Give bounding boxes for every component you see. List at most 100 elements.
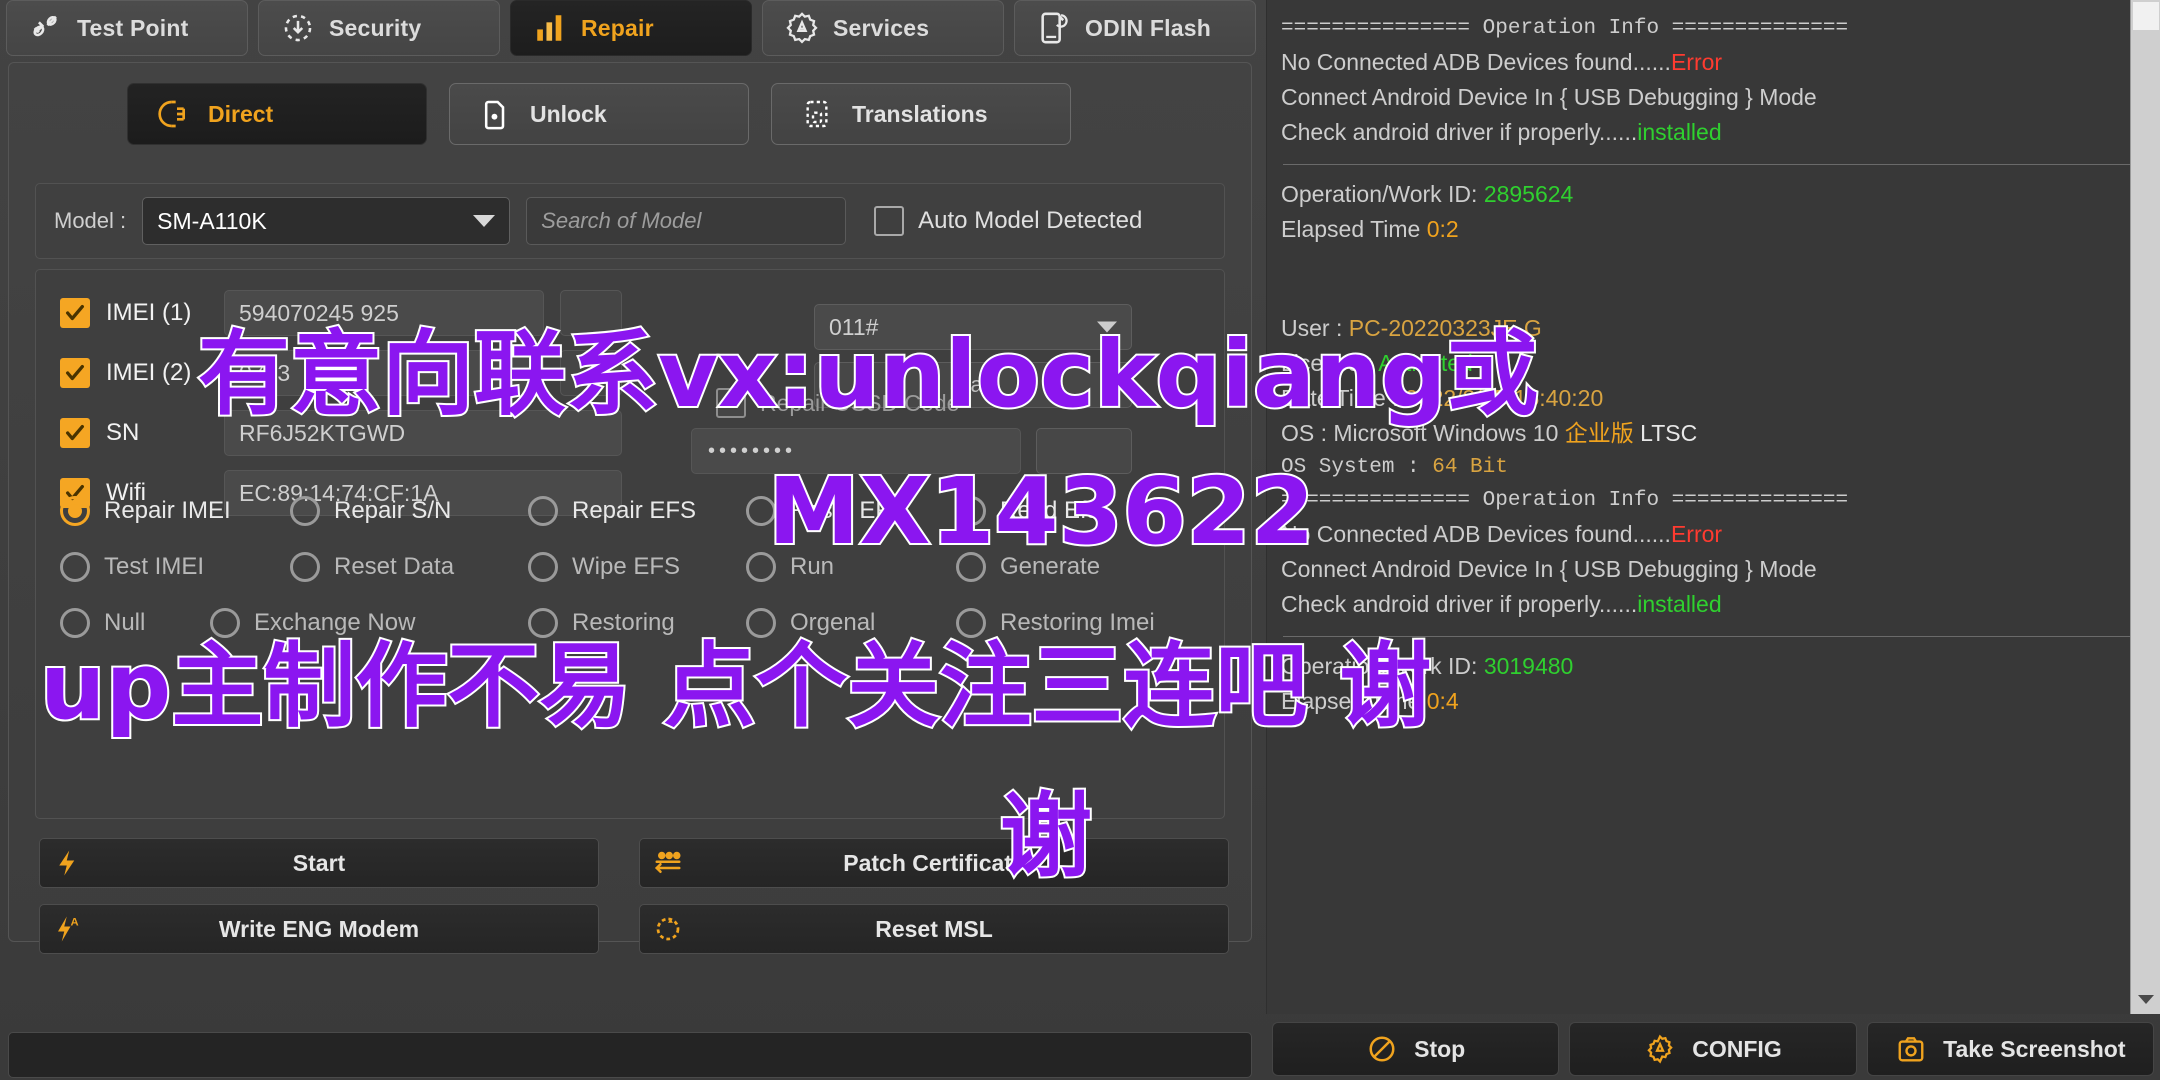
sn-checkbox[interactable]: [60, 418, 90, 448]
radio-label: Run: [790, 553, 835, 580]
tab-odin-flash[interactable]: ODIN Flash: [1014, 0, 1256, 56]
radio-restoring[interactable]: Restoring: [528, 608, 746, 638]
radio-dot[interactable]: [60, 552, 90, 582]
radio-repair-imei[interactable]: Repair IMEI: [60, 496, 290, 526]
log-line: Connect Android Device In { USB Debuggin…: [1281, 552, 2146, 587]
log-line-text: Check android driver if properly......: [1281, 119, 1638, 145]
tab-test-point[interactable]: Test Point: [6, 0, 248, 56]
imei1-input[interactable]: 594070245 925: [224, 290, 544, 336]
radio-generate[interactable]: Generate: [956, 552, 1100, 582]
radio-label: Null: [104, 609, 146, 636]
repair-mode-radio-group: Repair IMEI Repair S/N Repair EFS Reset …: [60, 496, 1210, 664]
elapsed-time-label: Elapsed Time: [1281, 688, 1421, 714]
log-header: =============== Operation Info =========…: [1281, 17, 1849, 40]
radio-dot[interactable]: [956, 608, 986, 638]
imei2-extra-button[interactable]: [560, 350, 622, 396]
start-button[interactable]: Start: [39, 838, 599, 888]
radio-label: Wipe EFS: [572, 553, 681, 580]
config-button[interactable]: CONFIG: [1569, 1022, 1857, 1076]
stop-button[interactable]: Stop: [1272, 1022, 1560, 1076]
radio-exchange-now[interactable]: Exchange Now: [210, 608, 528, 638]
write-eng-modem-button[interactable]: A Write ENG Modem: [39, 904, 599, 954]
radio-label: Restoring: [572, 609, 675, 636]
radio-reset-efs[interactable]: Reset EFS: [746, 496, 956, 526]
field-row-imei2: IMEI (2) 0703: [60, 350, 622, 396]
repair-ussd-code-row[interactable]: Repair USSD Code: [716, 388, 959, 418]
radio-repair-sn[interactable]: Repair S/N: [290, 496, 528, 526]
os-row: OS : Microsoft Windows 10 企业版 LTSC: [1281, 416, 2146, 451]
tab-security[interactable]: Security: [258, 0, 500, 56]
radio-dot[interactable]: [60, 496, 90, 526]
radio-repair-efs[interactable]: Repair EFS: [528, 496, 746, 526]
log-line-status: installed: [1637, 591, 1722, 617]
radio-dot[interactable]: [60, 608, 90, 638]
password-input[interactable]: ••••••••: [691, 428, 1021, 474]
tab-services[interactable]: Services: [762, 0, 1004, 56]
sn-label: SN: [106, 419, 140, 446]
radio-null[interactable]: Null: [60, 608, 210, 638]
auto-model-detected-row[interactable]: Auto Model Detected: [874, 206, 1142, 236]
radio-dot[interactable]: [528, 608, 558, 638]
radio-dot[interactable]: [956, 496, 986, 526]
gear-icon: [1644, 1033, 1676, 1065]
model-search-input[interactable]: Search of Model: [526, 197, 847, 245]
radio-dot[interactable]: [528, 552, 558, 582]
radio-label: Reset EFS: [790, 497, 907, 524]
take-screenshot-button[interactable]: Take Screenshot: [1866, 1022, 2154, 1076]
os-label: OS : Microsoft Windows 10: [1281, 420, 1559, 446]
log-line: No Connected ADB Devices found......Erro…: [1281, 517, 2146, 552]
radio-test-imei[interactable]: Test IMEI: [60, 552, 290, 582]
repair-ussd-code-checkbox[interactable]: [716, 388, 746, 418]
log-line-status: installed: [1637, 119, 1722, 145]
log-line-text: Connect Android Device In { USB Debuggin…: [1281, 556, 1817, 582]
log-scrollbar[interactable]: [2130, 0, 2160, 1014]
radio-dot[interactable]: [746, 552, 776, 582]
radio-orgenal[interactable]: Orgenal: [746, 608, 956, 638]
subtab-unlock[interactable]: Unlock: [449, 83, 749, 145]
log-divider: [1283, 164, 2144, 165]
radio-dot[interactable]: [746, 496, 776, 526]
scrollbar-thumb[interactable]: [2133, 2, 2159, 30]
camera-icon: [1895, 1033, 1927, 1065]
field-row-sn: SN RF6J52KTGWD: [60, 410, 622, 456]
radio-run[interactable]: Run: [746, 552, 956, 582]
auto-model-detected-checkbox[interactable]: [874, 206, 905, 236]
repair-panel: Direct Unlock Translations Model: SM-A1…: [8, 62, 1252, 954]
imei2-input[interactable]: 0703: [224, 350, 544, 396]
radio-dot[interactable]: [528, 496, 558, 526]
radio-wipe-efs[interactable]: Wipe EFS: [528, 552, 746, 582]
radio-reset-data[interactable]: Reset Data: [290, 552, 528, 582]
radio-dot[interactable]: [746, 608, 776, 638]
sn-input[interactable]: RF6J52KTGWD: [224, 410, 622, 456]
radio-dot[interactable]: [290, 496, 320, 526]
radio-read-efs[interactable]: Read Efs: [956, 496, 1099, 526]
subtab-direct[interactable]: Direct: [127, 83, 427, 145]
imei1-checkbox[interactable]: [60, 298, 90, 328]
imei2-checkbox[interactable]: [60, 358, 90, 388]
operation-id-label: Operation/Work ID:: [1281, 181, 1478, 207]
imei1-extra-button[interactable]: [560, 290, 622, 336]
model-selection-row: Model : SM-A110K Search of Model Auto Mo…: [35, 183, 1225, 259]
log-divider: [1283, 636, 2144, 637]
reset-msl-button[interactable]: Reset MSL: [639, 904, 1229, 954]
radio-restoring-imei[interactable]: Restoring Imei: [956, 608, 1155, 638]
patch-certificate-button[interactable]: Patch Certificate: [639, 838, 1229, 888]
subtab-translations[interactable]: Translations: [771, 83, 1071, 145]
scrollbar-down-arrow[interactable]: [2131, 984, 2160, 1014]
elapsed-time-value: 0:4: [1426, 688, 1459, 714]
radio-dot[interactable]: [210, 608, 240, 638]
model-dropdown[interactable]: SM-A110K: [142, 197, 511, 245]
repair-subtab-bar: Direct Unlock Translations: [127, 83, 1071, 145]
password-action-button[interactable]: [1036, 428, 1132, 474]
tab-label: Services: [833, 14, 930, 41]
radio-label: Orgenal: [790, 609, 876, 636]
radio-dot[interactable]: [290, 552, 320, 582]
log-spacer: [1281, 247, 2146, 311]
subtab-label: Translations: [852, 100, 988, 127]
tab-repair[interactable]: Repair: [510, 0, 752, 56]
operation-log-panel: =============== Operation Info =========…: [1266, 0, 2160, 1014]
config-label: CONFIG: [1692, 1035, 1782, 1062]
ussd-code-dropdown[interactable]: 011#: [814, 304, 1132, 350]
radio-dot[interactable]: [956, 552, 986, 582]
security-icon: [281, 11, 315, 45]
